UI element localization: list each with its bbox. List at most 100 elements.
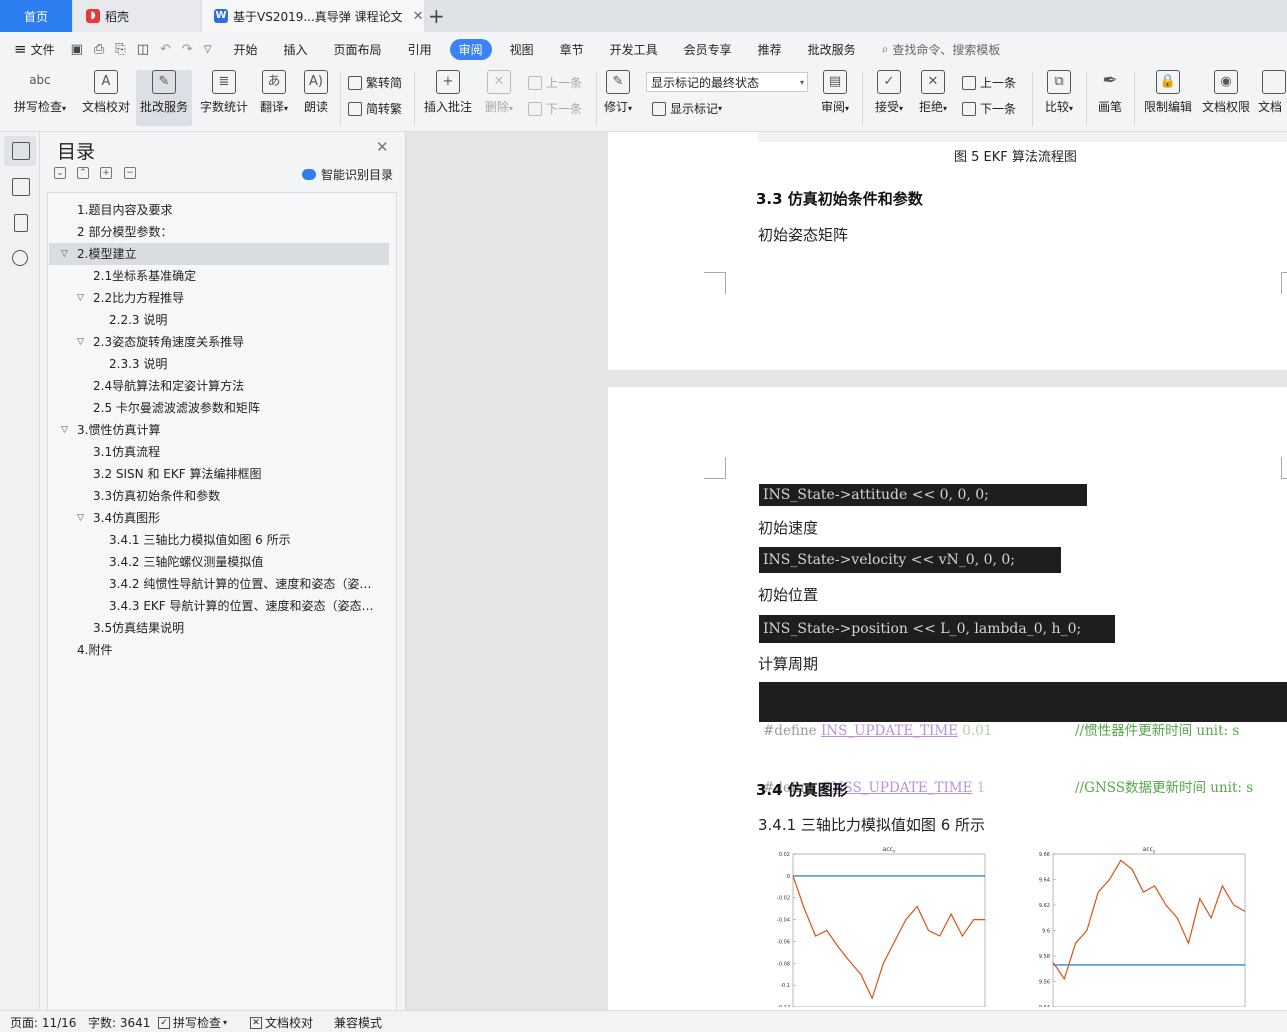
redo-icon[interactable]: ↷	[182, 42, 193, 57]
chevron-down-icon[interactable]: ▽	[61, 419, 68, 441]
insert-comment-button[interactable]: + 插入批注	[422, 70, 474, 115]
toc-item[interactable]: ▽ 2.3姿态旋转角速度关系推导	[49, 331, 389, 353]
word-count[interactable]: 字数: 3641	[88, 1014, 150, 1031]
new-tab-icon[interactable]: +	[428, 4, 445, 28]
document-canvas[interactable]: 图 5 EKF 算法流程图 3.3 仿真初始条件和参数 初始姿态矩阵 INS_S…	[406, 132, 1287, 1010]
spell-check-status[interactable]: ✓ 拼写检查 ▾	[158, 1014, 227, 1031]
tab-document-label: 基于VS2019...真导弹 课程论文	[233, 9, 403, 24]
prev-change-button[interactable]: 上一条	[962, 74, 1016, 91]
y-tick-label: -0.06	[777, 939, 790, 945]
to-simplified-button[interactable]: 繁转简	[348, 74, 402, 91]
close-icon[interactable]: ✕	[376, 138, 389, 156]
save-icon[interactable]: ▣	[71, 42, 83, 57]
toc-item[interactable]: 3.4.1 三轴比力模拟值如图 6 所示	[49, 529, 389, 551]
menu-review[interactable]: 审阅	[449, 38, 492, 60]
menu-insert[interactable]: 插入	[284, 41, 308, 58]
toc-item[interactable]: ▽ 2.2比力方程推导	[49, 287, 389, 309]
correction-service-button[interactable]: ✎ 批改服务	[136, 70, 192, 126]
print-icon[interactable]: ⎘	[115, 42, 125, 57]
prev-change-label: 上一条	[980, 76, 1017, 90]
markup-state-select[interactable]: 显示标记的最终状态 ▾	[646, 72, 808, 92]
menu-reference[interactable]: 引用	[408, 41, 432, 58]
toc-title: 目录	[57, 141, 96, 163]
tab-daoke[interactable]: ◗ 稻壳	[74, 0, 200, 32]
menu-view[interactable]: 视图	[510, 41, 534, 58]
toc-item[interactable]: 3.1仿真流程	[49, 441, 389, 463]
translate-button[interactable]: あ翻译▾	[256, 70, 292, 115]
chevron-down-icon[interactable]: ▽	[77, 507, 84, 529]
toc-item[interactable]: 2.1坐标系基准确定	[49, 265, 389, 287]
document-permission-button[interactable]: ◉ 文档权限	[1200, 70, 1252, 115]
expand-up-icon[interactable]: ⌃	[77, 167, 89, 179]
code-line: #define INS_UPDATE_TIME 0.01 //惯性器件更新时间 u…	[763, 722, 1283, 741]
show-markup-button[interactable]: 显示标记 ▾	[652, 100, 722, 117]
tab-home[interactable]: 首页	[0, 0, 72, 32]
compare-button[interactable]: ⧉ 比较▾	[1040, 70, 1078, 115]
pen-button[interactable]: ✒ 画笔	[1094, 70, 1126, 115]
spell-check-button[interactable]: abc 拼写检查▾	[10, 70, 70, 115]
toc-item[interactable]: 2 部分模型参数：	[49, 221, 389, 243]
page-indicator[interactable]: 页面: 11/16	[10, 1014, 76, 1031]
menu-start[interactable]: 开始	[234, 41, 258, 58]
file-menu[interactable]: ≡ 文件	[14, 40, 55, 58]
reject-button[interactable]: ✕ 拒绝▾	[914, 70, 952, 115]
menu-recommend[interactable]: 推荐	[758, 41, 782, 58]
toc-panel-icon[interactable]	[12, 142, 30, 160]
menu-chapter[interactable]: 章节	[560, 41, 584, 58]
prev-comment-button[interactable]: 上一条	[528, 74, 582, 91]
chapter-nav-icon[interactable]	[12, 178, 30, 196]
accept-button[interactable]: ✓ 接受▾	[870, 70, 908, 115]
to-traditional-button[interactable]: 简转繁	[348, 100, 402, 117]
chevron-down-icon[interactable]: ▽	[77, 331, 84, 353]
bookmark-icon[interactable]	[14, 214, 28, 232]
delete-comment-button[interactable]: ✕ 删除▾	[480, 70, 518, 115]
toc-item[interactable]: ▽ 3.惯性仿真计算	[49, 419, 389, 441]
proofread-button[interactable]: A 文档校对	[80, 70, 132, 115]
toc-item[interactable]: ▽ 3.4仿真图形	[49, 507, 389, 529]
next-change-button[interactable]: 下一条	[962, 100, 1016, 117]
document-more-button[interactable]: 文档	[1258, 70, 1287, 115]
chevron-down-icon[interactable]: ▽	[61, 243, 68, 265]
collapse-all-icon[interactable]: ⌄	[54, 167, 66, 179]
menu-member[interactable]: 会员专享	[684, 41, 732, 58]
track-changes-button[interactable]: ✎ 修订▾	[600, 70, 636, 115]
chevron-down-icon[interactable]: ▽	[77, 287, 84, 309]
toc-item[interactable]: 1.题目内容及要求	[49, 199, 389, 221]
restrict-editing-button[interactable]: 🔒 限制编辑	[1142, 70, 1194, 115]
proofread-status[interactable]: ✕ 文档校对	[250, 1014, 313, 1031]
toc-item[interactable]: 2.5 卡尔曼滤波滤波参数和矩阵	[49, 397, 389, 419]
toc-item-selected[interactable]: ▽ 2.模型建立	[49, 243, 389, 265]
toc-item[interactable]: 2.4导航算法和定姿计算方法	[49, 375, 389, 397]
quick-access-dropdown-icon[interactable]: ▽	[204, 44, 212, 55]
print-preview-icon[interactable]: ◫	[137, 42, 149, 57]
add-heading-icon[interactable]: +	[100, 167, 112, 179]
toc-item[interactable]: 3.4.2 纯惯性导航计算的位置、速度和姿态（姿态矩阵）	[49, 573, 379, 595]
undo-icon[interactable]: ↶	[160, 42, 171, 57]
document-permission-label: 文档权限	[1201, 100, 1250, 114]
toc-item[interactable]: 2.3.3 说明	[49, 353, 389, 375]
prev-change-icon	[962, 75, 976, 90]
menu-correction[interactable]: 批改服务	[808, 41, 856, 58]
word-count-button[interactable]: ≣ 字数统计	[198, 70, 250, 115]
search-icon[interactable]	[12, 250, 28, 266]
smart-toc-button[interactable]: 智能识别目录	[302, 166, 393, 183]
toc-item[interactable]: 3.4.3 EKF 导航计算的位置、速度和姿态（姿态矩阵）	[49, 595, 379, 617]
toc-item[interactable]: 3.5仿真结果说明	[49, 617, 389, 639]
tab-document[interactable]: W 基于VS2019...真导弹 课程论文 ✕	[202, 0, 424, 32]
read-aloud-button[interactable]: A) 朗读	[300, 70, 332, 115]
toc-item[interactable]: 2.2.3 说明	[49, 309, 389, 331]
toc-item[interactable]: 4.附件	[49, 639, 389, 661]
toc-item[interactable]: 3.3仿真初始条件和参数	[49, 485, 389, 507]
command-search[interactable]: ⌕ 查找命令、搜索模板	[882, 41, 1001, 58]
review-pane-button[interactable]: ▤ 审阅▾	[816, 70, 854, 115]
next-comment-button[interactable]: 下一条	[528, 100, 582, 117]
toc-item[interactable]: 3.2 SISN 和 EKF 算法编排框图	[49, 463, 389, 485]
menu-layout[interactable]: 页面布局	[334, 41, 382, 58]
search-icon: ⌕	[881, 41, 889, 56]
remove-heading-icon[interactable]: −	[124, 167, 136, 179]
menu-devtools[interactable]: 开发工具	[610, 41, 658, 58]
close-tab-icon[interactable]: ✕	[413, 9, 424, 24]
export-pdf-icon[interactable]: ⎙	[94, 42, 104, 57]
toc-item[interactable]: 3.4.2 三轴陀螺仪测量模拟值	[49, 551, 389, 573]
to-traditional-label: 简转繁	[366, 102, 403, 116]
